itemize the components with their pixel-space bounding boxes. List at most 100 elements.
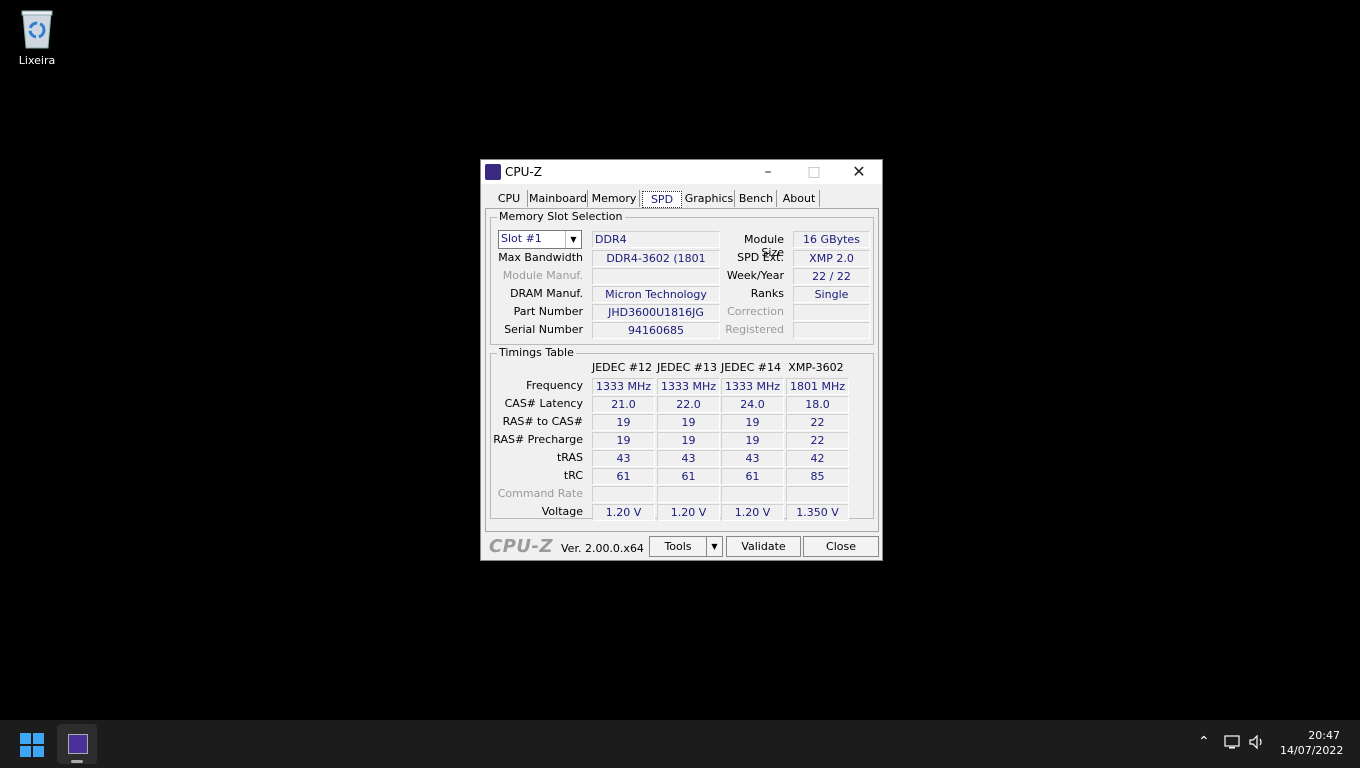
close-button[interactable]: Close <box>803 536 879 557</box>
registered-label: Registered <box>725 323 784 336</box>
ras-to-cas-cell: 19 <box>721 414 784 431</box>
col-jedec-13: JEDEC #13 <box>656 361 717 374</box>
start-button[interactable] <box>20 733 44 757</box>
recycle-bin-label: Lixeira <box>18 54 56 67</box>
chevron-down-icon[interactable]: ▼ <box>707 537 722 556</box>
frequency-cell: 1333 MHz <box>721 378 784 395</box>
tras-cell: 43 <box>721 450 784 467</box>
validate-button[interactable]: Validate <box>726 536 801 557</box>
frequency-cell: 1801 MHz <box>786 378 849 395</box>
network-icon[interactable] <box>1224 734 1242 754</box>
col-jedec-12: JEDEC #12 <box>591 361 652 374</box>
chevron-down-icon: ▼ <box>565 231 581 248</box>
taskbar-cpuz-app[interactable] <box>57 724 97 764</box>
slot-select[interactable]: Slot #1 ▼ <box>498 230 582 249</box>
tools-button[interactable]: Tools ▼ <box>649 536 723 557</box>
ras-to-cas-label: RAS# to CAS# <box>502 415 583 428</box>
volume-icon[interactable] <box>1248 734 1266 754</box>
version-text: Ver. 2.00.0.x64 <box>561 542 644 555</box>
part-number-value: JHD3600U1816JG <box>592 304 720 321</box>
voltage-label: Voltage <box>541 505 583 518</box>
clock-date: 14/07/2022 <box>1280 744 1344 757</box>
ras-to-cas-cell: 19 <box>592 414 655 431</box>
timings-group: Timings Table JEDEC #12 JEDEC #13 JEDEC … <box>490 346 874 521</box>
max-bandwidth-label: Max Bandwidth <box>498 251 583 264</box>
tab-memory[interactable]: Memory <box>589 190 640 207</box>
recycle-bin-shortcut[interactable]: Lixeira <box>10 8 64 67</box>
tab-about[interactable]: About <box>779 190 820 207</box>
recycle-bin-icon <box>19 8 55 50</box>
voltage-cell: 1.20 V <box>657 504 720 521</box>
tras-label: tRAS <box>556 451 583 464</box>
frequency-label: Frequency <box>526 379 583 392</box>
slot-select-value: Slot #1 <box>501 232 542 245</box>
ras-to-cas-cell: 22 <box>786 414 849 431</box>
serial-number-value: 94160685 <box>592 322 720 339</box>
tras-cell: 42 <box>786 450 849 467</box>
cas-latency-cell: 21.0 <box>592 396 655 413</box>
tab-spd[interactable]: SPD <box>642 191 682 208</box>
ras-precharge-cell: 19 <box>592 432 655 449</box>
cas-latency-cell: 18.0 <box>786 396 849 413</box>
tras-cell: 43 <box>592 450 655 467</box>
ranks-label: Ranks <box>750 287 784 300</box>
close-window-button[interactable]: ✕ <box>836 160 882 184</box>
minimize-button[interactable]: – <box>745 160 791 184</box>
correction-value <box>793 304 870 321</box>
window-title: CPU-Z <box>505 165 542 179</box>
voltage-cell: 1.350 V <box>786 504 849 521</box>
spd-ext-label: SPD Ext. <box>737 251 784 264</box>
dram-manuf-label: DRAM Manuf. <box>510 287 583 300</box>
registered-value <box>793 322 870 339</box>
tras-cell: 43 <box>657 450 720 467</box>
trc-cell: 61 <box>592 468 655 485</box>
frequency-cell: 1333 MHz <box>592 378 655 395</box>
max-bandwidth-value: DDR4-3602 (1801 MHz) <box>592 250 720 280</box>
voltage-cell: 1.20 V <box>592 504 655 521</box>
tab-cpu[interactable]: CPU <box>491 190 528 207</box>
dram-manuf-value: Micron Technology <box>592 286 720 303</box>
cpuz-logo: CPU-Z <box>489 536 554 557</box>
cas-latency-cell: 24.0 <box>721 396 784 413</box>
title-bar[interactable]: CPU-Z – □ ✕ <box>481 160 882 184</box>
timings-group-title: Timings Table <box>497 346 576 359</box>
taskbar: ⌃ 20:47 14/07/2022 <box>0 720 1360 768</box>
clock-time: 20:47 <box>1308 729 1340 742</box>
serial-number-label: Serial Number <box>504 323 583 336</box>
col-jedec-14: JEDEC #14 <box>720 361 781 374</box>
trc-cell: 61 <box>657 468 720 485</box>
command-rate-label: Command Rate <box>497 487 583 500</box>
ras-to-cas-cell: 19 <box>657 414 720 431</box>
command-rate-cell <box>721 486 784 503</box>
command-rate-cell <box>786 486 849 503</box>
memory-slot-group: Memory Slot Selection Slot #1 ▼ DDR4 Max… <box>490 210 874 345</box>
memory-type-value: DDR4 <box>592 231 720 248</box>
voltage-cell: 1.20 V <box>721 504 784 521</box>
cas-latency-cell: 22.0 <box>657 396 720 413</box>
ras-precharge-cell: 22 <box>786 432 849 449</box>
cpuz-taskbar-icon <box>68 734 88 754</box>
active-app-indicator <box>71 760 83 763</box>
module-manuf-value <box>592 268 720 285</box>
frequency-cell: 1333 MHz <box>657 378 720 395</box>
chevron-up-icon[interactable]: ⌃ <box>1198 734 1210 750</box>
command-rate-cell <box>592 486 655 503</box>
trc-cell: 61 <box>721 468 784 485</box>
trc-label: tRC <box>563 469 583 482</box>
tab-mainboard[interactable]: Mainboard <box>529 190 588 207</box>
ranks-value: Single <box>793 286 870 303</box>
module-size-value: 16 GBytes <box>793 231 870 248</box>
correction-label: Correction <box>727 305 784 318</box>
ras-precharge-label: RAS# Precharge <box>493 433 583 446</box>
module-manuf-label: Module Manuf. <box>502 269 583 282</box>
trc-cell: 85 <box>786 468 849 485</box>
cpuz-window: CPU-Z – □ ✕ CPU Mainboard Memory SPD Gra… <box>480 159 883 561</box>
command-rate-cell <box>657 486 720 503</box>
ras-precharge-cell: 19 <box>721 432 784 449</box>
tab-graphics[interactable]: Graphics <box>684 190 735 207</box>
tab-bench[interactable]: Bench <box>736 190 777 207</box>
system-clock[interactable]: 20:47 14/07/2022 <box>1280 728 1344 758</box>
col-xmp-3602: XMP-3602 <box>788 361 844 374</box>
maximize-button[interactable]: □ <box>791 160 837 184</box>
spd-panel: Memory Slot Selection Slot #1 ▼ DDR4 Max… <box>485 208 879 532</box>
